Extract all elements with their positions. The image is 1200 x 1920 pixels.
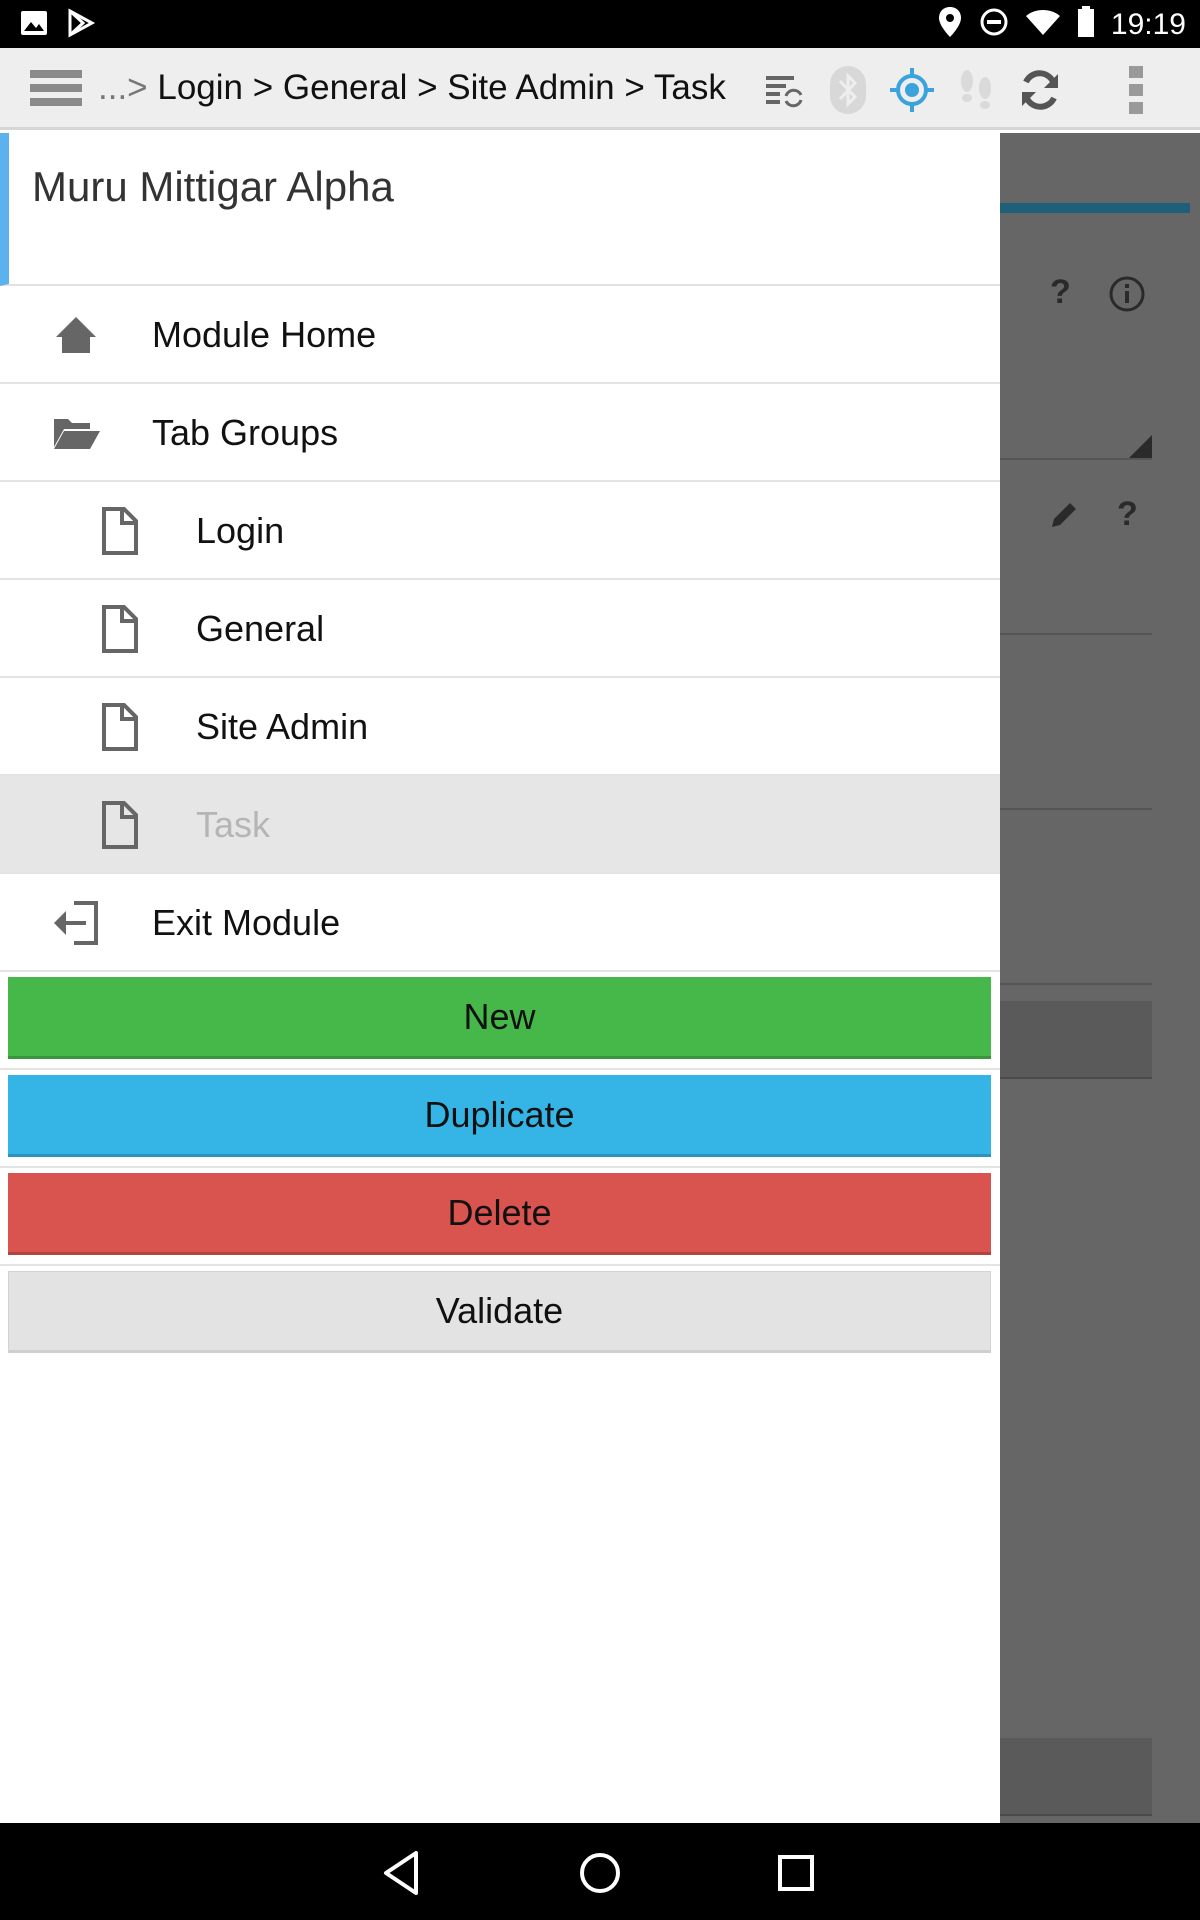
refresh-icon[interactable] <box>1012 62 1068 118</box>
image-icon <box>20 9 48 42</box>
duplicate-button-row: Duplicate <box>0 1070 1000 1168</box>
new-button[interactable]: New <box>8 977 991 1059</box>
folder-open-icon <box>52 409 100 457</box>
background-button-2 <box>1000 1738 1152 1816</box>
drawer-header: Muru Mittigar Alpha <box>0 133 1000 286</box>
system-nav-bar <box>0 1823 1200 1920</box>
wifi-icon <box>1025 8 1061 41</box>
validate-button-row: Validate <box>0 1266 1000 1364</box>
file-icon <box>96 605 144 653</box>
nav-item-exit-module[interactable]: Exit Module <box>0 874 1000 972</box>
nav-item-login[interactable]: Login <box>0 482 1000 580</box>
overflow-menu-icon[interactable] <box>1108 62 1164 118</box>
background-edit-icon <box>1046 497 1082 538</box>
status-bar: 19:19 <box>0 0 1200 48</box>
nav-item-tab-groups[interactable]: Tab Groups <box>0 384 1000 482</box>
gps-icon[interactable] <box>884 62 940 118</box>
exit-icon <box>52 899 100 947</box>
home-circle-icon[interactable] <box>574 1847 626 1899</box>
file-icon <box>96 703 144 751</box>
file-icon <box>96 801 144 849</box>
background-field-line-4 <box>1000 983 1152 985</box>
back-icon[interactable] <box>378 1847 430 1899</box>
background-help-icon-2: ? <box>1117 495 1138 533</box>
nav-item-general[interactable]: General <box>0 580 1000 678</box>
play-store-icon <box>66 8 96 43</box>
background-info-icon <box>1108 275 1146 318</box>
duplicate-button[interactable]: Duplicate <box>8 1075 991 1157</box>
drawer-title: Muru Mittigar Alpha <box>32 163 394 210</box>
nav-item-module-home[interactable]: Module Home <box>0 286 1000 384</box>
home-icon <box>52 311 100 359</box>
validate-button[interactable]: Validate <box>8 1271 991 1353</box>
delete-button[interactable]: Delete <box>8 1173 991 1255</box>
battery-icon <box>1077 6 1095 43</box>
nav-item-label: Tab Groups <box>152 412 339 453</box>
background-field-line <box>1000 458 1152 460</box>
nav-item-label: Module Home <box>152 314 377 355</box>
do-not-disturb-icon <box>979 7 1009 42</box>
footsteps-icon[interactable] <box>948 62 1004 118</box>
nav-item-task[interactable]: Task <box>0 776 1000 874</box>
nav-item-label: Task <box>196 804 271 845</box>
background-dropdown-corner <box>1128 435 1152 459</box>
nav-item-site-admin[interactable]: Site Admin <box>0 678 1000 776</box>
file-icon <box>96 507 144 555</box>
background-accent-strip <box>1000 203 1190 213</box>
nav-item-label: Site Admin <box>196 706 369 747</box>
delete-button-row: Delete <box>0 1168 1000 1266</box>
background-field-line-3 <box>1000 808 1152 810</box>
background-help-icon: ? <box>1050 273 1071 311</box>
nav-item-label: General <box>196 608 325 649</box>
background-button <box>1000 1001 1152 1079</box>
navigation-drawer: Muru Mittigar Alpha Module Home Tab Grou… <box>0 133 1000 1823</box>
bluetooth-icon[interactable] <box>820 62 876 118</box>
location-icon <box>937 6 963 43</box>
sync-list-icon[interactable] <box>756 62 812 118</box>
nav-item-label: Login <box>196 510 285 551</box>
nav-item-label: Exit Module <box>152 902 341 943</box>
action-bar: ...> Login > General > Site Admin > Task <box>0 48 1200 130</box>
background-field-line-2 <box>1000 633 1152 635</box>
clock: 19:19 <box>1110 7 1186 41</box>
recents-icon[interactable] <box>770 1847 822 1899</box>
new-button-row: New <box>0 972 1000 1070</box>
